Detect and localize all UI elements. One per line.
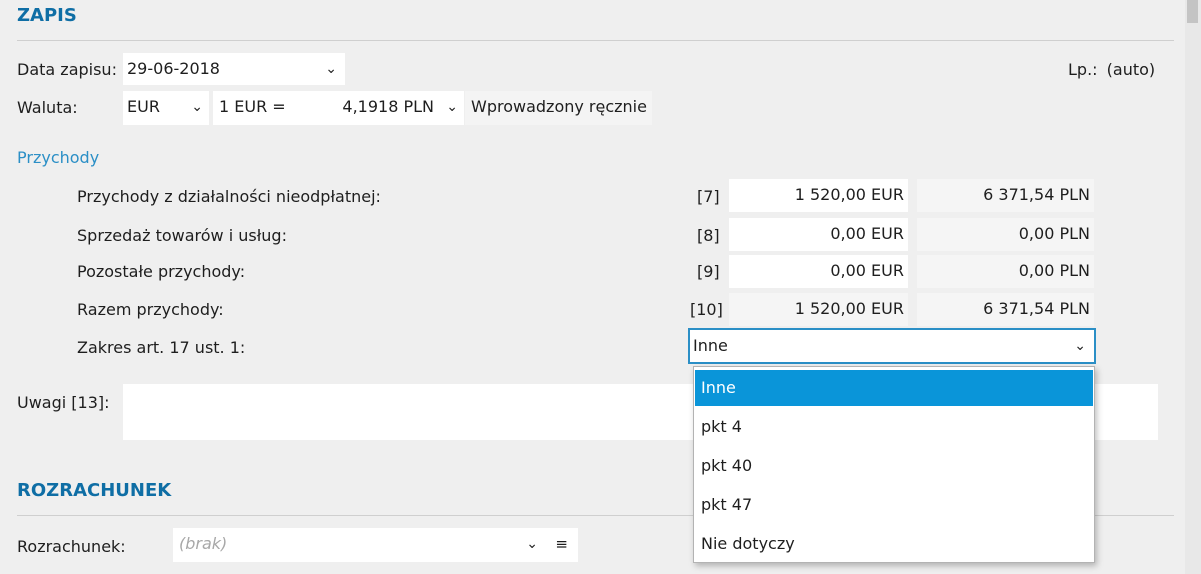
kurs-tryb: Wprowadzony ręcznie: [465, 91, 652, 125]
dropdown-option[interactable]: pkt 4: [695, 409, 1093, 445]
lp-label-text: Lp.:: [1068, 60, 1098, 79]
data-zapisu-field[interactable]: 29-06-2018 ⌄: [123, 53, 345, 85]
przychody-row-code: [8]: [697, 226, 720, 245]
zakres-select[interactable]: Inne ⌄: [688, 328, 1096, 364]
przychody-pln-value: 6 371,54 PLN: [917, 179, 1094, 212]
dropdown-option[interactable]: Nie dotyczy: [695, 526, 1093, 562]
przychody-eur-input[interactable]: 1 520,00 EUR: [729, 179, 908, 212]
section-divider: [17, 40, 1174, 41]
lp-value: (auto): [1106, 60, 1156, 79]
data-zapisu-value: 29-06-2018: [127, 59, 220, 78]
waluta-select[interactable]: EUR ⌄: [123, 91, 209, 125]
kurs-field[interactable]: 1 EUR = 4,1918 PLN ⌄: [213, 91, 464, 125]
przychody-row-code: [9]: [697, 262, 720, 281]
lp-label: Lp.: (auto): [1068, 60, 1155, 79]
waluta-value: EUR: [127, 97, 160, 116]
rozrachunek-select[interactable]: (brak) ⌄ ≡: [173, 528, 578, 562]
data-zapisu-label: Data zapisu:: [17, 60, 117, 79]
zakres-value: Inne: [693, 336, 728, 355]
chevron-down-icon[interactable]: ⌄: [325, 53, 337, 85]
vertical-scrollbar[interactable]: [1185, 0, 1201, 574]
razem-pln-value: 6 371,54 PLN: [917, 293, 1094, 326]
scrollbar-thumb[interactable]: [1187, 0, 1198, 23]
przychody-subheading: Przychody: [17, 148, 100, 167]
przychody-eur-input[interactable]: 0,00 EUR: [729, 255, 908, 288]
rozrachunek-label: Rozrachunek:: [17, 537, 126, 556]
waluta-label: Waluta:: [17, 98, 78, 117]
uwagi-label: Uwagi [13]:: [17, 393, 110, 412]
przychody-row-label: Pozostałe przychody:: [77, 262, 246, 281]
dropdown-option[interactable]: pkt 47: [695, 487, 1093, 523]
przychody-pln-value: 0,00 PLN: [917, 255, 1094, 288]
razem-label: Razem przychody:: [77, 300, 224, 319]
przychody-pln-value: 0,00 PLN: [917, 218, 1094, 251]
przychody-row-code: [7]: [697, 187, 720, 206]
menu-icon[interactable]: ≡: [555, 528, 568, 560]
kurs-value: 4,1918 PLN: [342, 97, 434, 116]
przychody-row-label: Sprzedaż towarów i usług:: [77, 226, 287, 245]
przychody-eur-input[interactable]: 0,00 EUR: [729, 218, 908, 251]
dropdown-option[interactable]: pkt 40: [695, 448, 1093, 484]
section-title-zapis: ZAPIS: [17, 5, 77, 26]
chevron-down-icon[interactable]: ⌄: [446, 91, 458, 123]
przychody-row-label: Przychody z działalności nieodpłatnej:: [77, 187, 381, 206]
rozrachunek-placeholder: (brak): [179, 534, 228, 553]
zakres-dropdown-list: Inne pkt 4 pkt 40 pkt 47 Nie dotyczy: [693, 366, 1095, 563]
kurs-prefix: 1 EUR =: [219, 97, 286, 116]
chevron-down-icon[interactable]: ⌄: [526, 528, 538, 560]
zakres-label: Zakres art. 17 ust. 1:: [77, 338, 246, 357]
dropdown-option[interactable]: Inne: [695, 370, 1093, 406]
chevron-down-icon[interactable]: ⌄: [1074, 330, 1086, 362]
razem-eur-value: 1 520,00 EUR: [729, 293, 908, 326]
chevron-down-icon[interactable]: ⌄: [191, 91, 203, 123]
section-title-rozrachunek: ROZRACHUNEK: [17, 480, 172, 501]
razem-code: [10]: [690, 300, 723, 319]
